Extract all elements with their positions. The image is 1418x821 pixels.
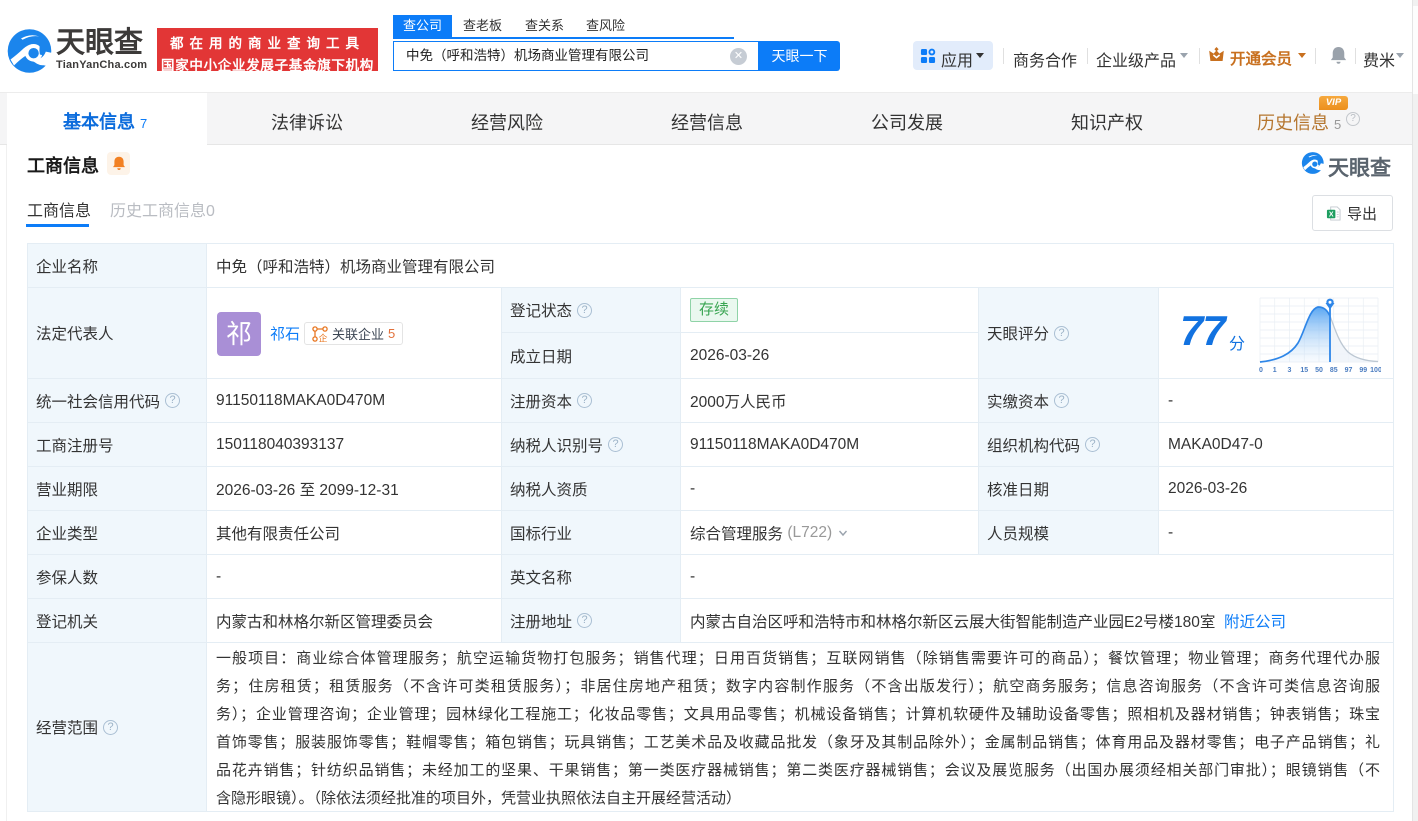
svg-text:3: 3 (1288, 367, 1292, 374)
svg-text:X: X (1329, 211, 1334, 218)
svg-text:1: 1 (1273, 367, 1277, 374)
svg-text:97: 97 (1345, 367, 1353, 374)
svg-text:0: 0 (1259, 367, 1263, 374)
svg-text:85: 85 (1330, 367, 1338, 374)
svg-text:15: 15 (1300, 367, 1308, 374)
svg-text:50: 50 (1315, 367, 1323, 374)
svg-text:99: 99 (1359, 367, 1367, 374)
svg-text:企: 企 (318, 332, 327, 342)
svg-text:100: 100 (1370, 367, 1381, 374)
